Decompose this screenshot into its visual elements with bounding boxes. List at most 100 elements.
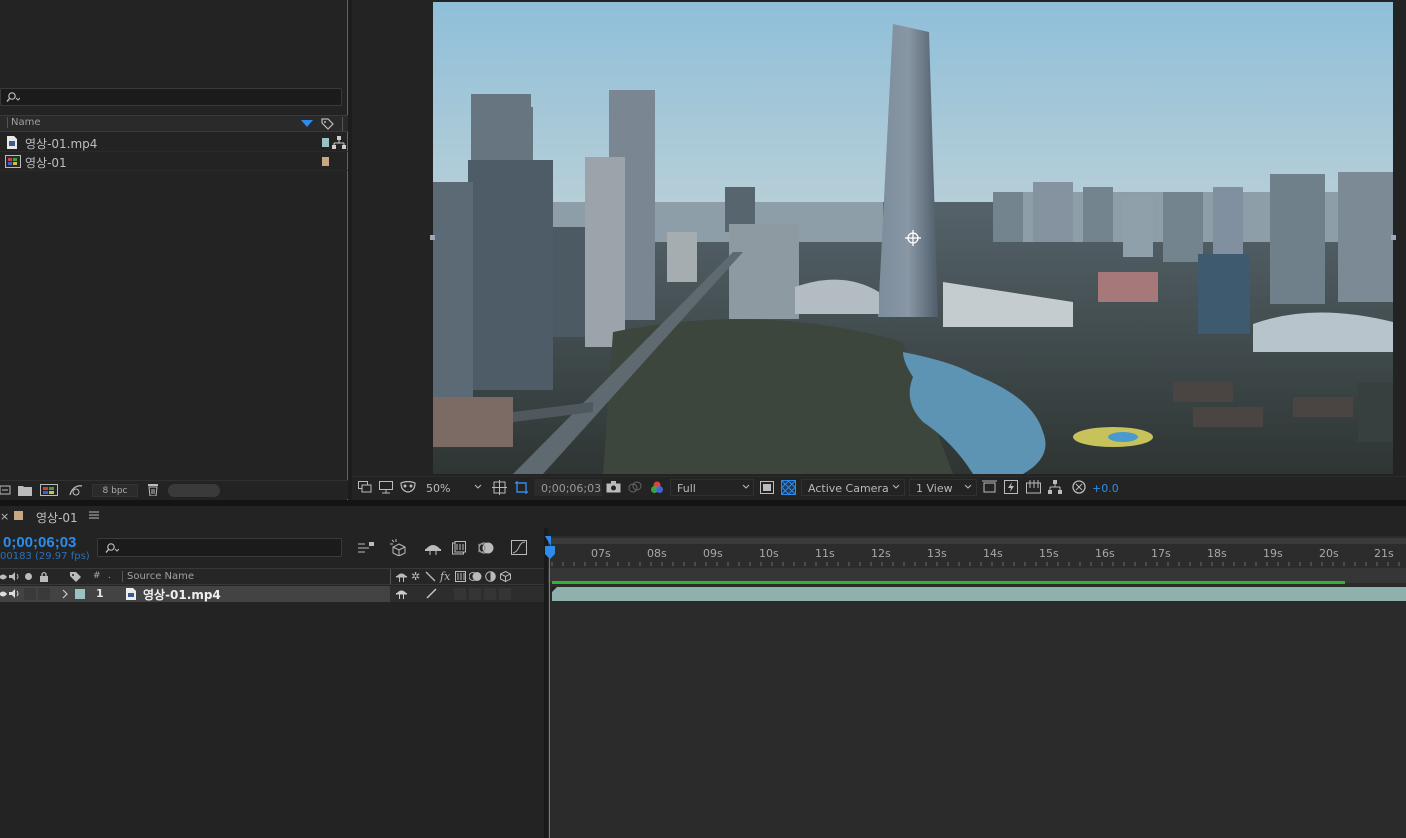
fast-previews-icon[interactable] [760,481,774,494]
label-swatch[interactable] [322,138,329,147]
sort-arrow-icon[interactable] [301,120,313,128]
chevron-down-icon [892,483,900,491]
ruler-label-19s: 19s [1263,547,1283,560]
comp-mini-flowchart-icon[interactable] [357,540,375,555]
magnification-dropdown[interactable]: 50% [426,482,450,495]
flowchart-icon[interactable] [332,136,346,149]
in-point-marker[interactable] [551,587,557,593]
timeline-search-input[interactable] [97,538,342,557]
quality-switch-icon[interactable] [426,588,437,599]
viewer-timecode[interactable]: 0;00;06;03 [541,482,601,495]
panel-menu-icon[interactable] [89,509,99,521]
timeline-tab-comp-name[interactable]: 영상-01 [36,509,78,526]
layer-source-name[interactable]: 영상-01.mp4 [143,586,221,603]
shy-layers-icon[interactable] [424,541,442,555]
quality-switch-icon[interactable] [425,571,436,582]
project-scrollbar-thumb[interactable] [168,484,220,497]
render-cache-bar [552,581,1345,584]
layer-handle-left[interactable] [430,235,435,240]
reset-exposure-icon[interactable] [1072,480,1086,494]
grid-guides-icon[interactable] [492,480,507,495]
timeline-tab-bar: × 영상-01 [0,506,1406,528]
frame-blend-switch[interactable] [454,588,466,600]
label-tag-icon[interactable] [321,118,334,130]
collapse-switch-icon[interactable]: ✲ [411,570,420,583]
lock-icon[interactable] [39,571,49,582]
timeline-panel-icon[interactable] [1026,480,1041,494]
ruler-label-12s: 12s [871,547,891,560]
ruler-label-11s: 11s [815,547,835,560]
comp-flowchart-icon[interactable] [1048,480,1062,494]
new-composition-icon[interactable] [40,484,58,496]
ruler-label-15s: 15s [1039,547,1059,560]
project-item-name: 영상-01 [25,156,67,170]
camera-dropdown[interactable]: Active Camera [808,482,889,495]
frame-blending-icon[interactable] [452,541,466,555]
monitor-icon[interactable] [379,481,393,494]
fast-preview-lightning-icon[interactable] [1004,480,1018,494]
layers-empty-area [0,602,544,838]
lock-switch[interactable] [38,588,50,600]
audio-speaker-icon[interactable] [9,571,20,582]
label-swatch[interactable] [322,157,329,166]
exposure-value[interactable]: +0.0 [1092,482,1119,495]
bit-depth-button[interactable]: 8 bpc [92,484,138,497]
column-divider [390,569,391,584]
motion-blur-switch[interactable] [469,588,481,600]
work-area-bar[interactable] [548,538,1406,544]
ruler-label-20s: 20s [1319,547,1339,560]
resolution-dropdown[interactable]: Full [677,482,696,495]
solo-dot-icon[interactable] [25,573,32,580]
label-tag-icon[interactable] [69,571,82,583]
toggle-pixel-aspect-icon[interactable] [982,480,997,494]
motion-blur-switch-icon[interactable] [469,571,482,582]
snapshot-camera-icon[interactable] [606,481,621,493]
color-channels-icon[interactable] [650,481,664,494]
project-item-row[interactable]: 영상-01 [0,152,348,171]
footage-file-icon [126,588,136,600]
layer-duration-bar[interactable] [552,587,1406,601]
project-search-input[interactable] [0,88,342,106]
layer-handle-right[interactable] [1391,235,1396,240]
source-name-header[interactable]: Source Name [122,571,194,582]
views-dropdown[interactable]: 1 View [916,482,953,495]
close-tab-icon[interactable]: × [0,510,9,523]
region-of-interest-icon[interactable] [514,480,529,495]
adjustment-switch[interactable] [484,588,496,600]
work-area-start-handle[interactable] [545,536,551,546]
graph-editor-icon[interactable] [511,540,527,555]
composition-frame[interactable] [433,2,1393,474]
show-snapshot-icon[interactable] [628,481,642,493]
always-preview-icon[interactable] [358,481,372,494]
project-panel [0,0,348,500]
playhead-handle[interactable] [544,546,556,560]
layer-label-swatch[interactable] [75,589,85,599]
shy-switch-icon[interactable] [396,571,407,582]
frame-blend-switch-icon[interactable] [455,571,466,582]
column-name-header[interactable]: Name [7,117,41,128]
project-item-row[interactable]: 영상-01.mp4 [0,133,348,152]
draft-3d-icon[interactable] [390,539,408,556]
audio-speaker-icon[interactable] [9,588,20,599]
transparency-grid-icon[interactable] [781,480,796,495]
ruler-label-08s: 08s [647,547,667,560]
3d-layer-icon[interactable] [500,571,511,582]
video-eye-icon[interactable] [0,589,7,599]
effects-fx-icon[interactable]: fx [440,570,450,583]
3d-switch[interactable] [499,588,511,600]
shy-switch-icon[interactable] [396,588,407,599]
mask-toggle-icon[interactable] [400,481,416,493]
current-time-display[interactable]: 0;00;06;03 [3,534,76,551]
project-settings-icon[interactable] [68,483,84,497]
search-icon [103,542,119,554]
interpret-footage-icon[interactable] [0,484,12,496]
new-folder-icon[interactable] [18,484,32,496]
video-eye-icon[interactable] [0,572,7,582]
solo-switch[interactable] [24,588,36,600]
composition-icon [5,155,21,168]
motion-blur-icon[interactable] [478,541,494,555]
trash-icon[interactable] [147,483,159,496]
ruler-label-09s: 09s [703,547,723,560]
adjustment-layer-icon[interactable] [485,571,496,582]
expand-chevron-icon[interactable] [61,588,69,600]
